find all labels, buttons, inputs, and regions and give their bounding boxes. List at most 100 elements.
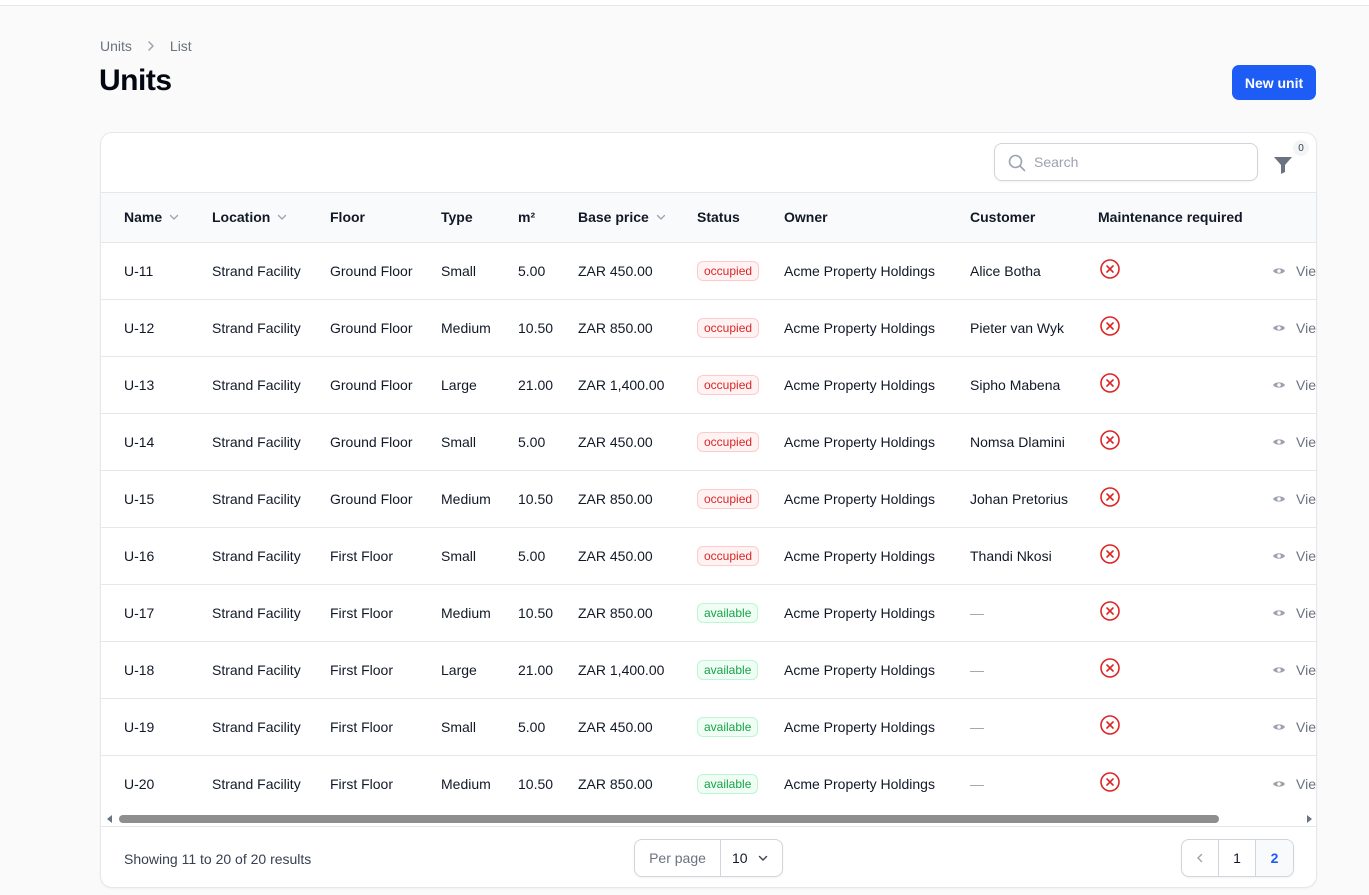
cell-status: occupied [697, 356, 784, 414]
table-row[interactable]: U-19 Strand Facility First Floor Small 5.00 Z… [101, 698, 1316, 756]
cell-floor: First Floor [330, 527, 441, 585]
column-header-type: Type [441, 193, 518, 243]
view-action[interactable]: View [1272, 320, 1316, 336]
cell-type: Small [441, 527, 518, 585]
search-input[interactable] [1034, 152, 1244, 172]
status-badge: available [697, 659, 759, 680]
cell-actions: View [1271, 755, 1316, 812]
eye-icon [1272, 380, 1291, 390]
cell-maintenance [1098, 413, 1271, 471]
cell-name: U-13 [101, 356, 212, 414]
scrollbar-thumb[interactable] [119, 815, 1219, 823]
view-action[interactable]: View [1272, 548, 1316, 564]
cell-status: available [697, 584, 784, 642]
breadcrumb-units-link[interactable]: Units [100, 38, 132, 54]
view-action[interactable]: View [1272, 661, 1316, 678]
cell-location: Strand Facility [212, 641, 330, 699]
column-header-base-price[interactable]: Base price [578, 193, 697, 243]
cell-floor: First Floor [330, 641, 441, 699]
per-page-value[interactable]: 10 [721, 840, 782, 876]
chevron-down-icon [169, 215, 179, 221]
cell-floor: Ground Floor [330, 356, 441, 414]
view-action[interactable]: View [1272, 263, 1316, 279]
cell-name: U-14 [101, 413, 212, 471]
eye-icon [1272, 722, 1291, 732]
view-action[interactable]: View [1272, 434, 1316, 450]
view-action[interactable]: View [1272, 718, 1316, 735]
chevron-down-icon [278, 215, 287, 221]
table-row[interactable]: U-20 Strand Facility First Floor Medium 10.5… [101, 755, 1316, 812]
cell-location: Strand Facility [212, 299, 330, 357]
filter-button[interactable] [1271, 151, 1297, 177]
table-row[interactable]: U-12 Strand Facility Ground Floor Medium 10.… [101, 299, 1316, 357]
cell-location: Strand Facility [212, 413, 330, 471]
filter-count-badge: 0 [1293, 140, 1309, 156]
chevron-right-icon [144, 39, 158, 53]
funnel-icon [1271, 157, 1295, 181]
cell-location: Strand Facility [212, 470, 330, 528]
table-row[interactable]: U-17 Strand Facility First Floor Medium 10.5… [101, 584, 1316, 642]
cell-floor: Ground Floor [330, 299, 441, 357]
cell-floor: Ground Floor [330, 413, 441, 471]
status-badge: available [697, 773, 759, 794]
status-badge: occupied [697, 260, 760, 281]
search-box[interactable] [994, 143, 1258, 181]
cell-location: Strand Facility [212, 242, 330, 300]
cell-customer: — [970, 775, 984, 792]
view-action[interactable]: View [1272, 490, 1316, 507]
table-scroll-area[interactable]: Name Location Floor Type m² Base price S… [101, 193, 1316, 813]
page-2-button[interactable]: 2 [1256, 840, 1293, 876]
table-row[interactable]: U-14 Strand Facility Ground Floor Small 5.00… [101, 413, 1316, 471]
cell-status: occupied [697, 527, 784, 585]
cell-maintenance [1098, 584, 1271, 642]
cell-type: Small [441, 698, 518, 756]
cell-floor: Ground Floor [330, 242, 441, 300]
x-circle-icon [1099, 600, 1121, 622]
cell-type: Small [441, 413, 518, 471]
page-1-button[interactable]: 1 [1219, 840, 1256, 876]
view-label: View [1296, 490, 1316, 507]
pagination: 1 2 [1181, 839, 1294, 877]
table-row[interactable]: U-11 Strand Facility Ground Floor Small 5.00… [101, 242, 1316, 300]
status-badge: occupied [697, 317, 760, 338]
cell-type: Medium [441, 299, 518, 357]
column-header-customer: Customer [970, 193, 1098, 243]
horizontal-scrollbar[interactable] [101, 812, 1316, 826]
cell-actions: View [1271, 470, 1316, 528]
cell-status: occupied [697, 470, 784, 528]
view-action[interactable]: View [1272, 776, 1316, 792]
column-header-name[interactable]: Name [101, 193, 212, 243]
view-label: View [1296, 718, 1316, 735]
view-label: View [1296, 661, 1316, 678]
table-row[interactable]: U-18 Strand Facility First Floor Large 21.00… [101, 641, 1316, 699]
table-header-row: Name Location Floor Type m² Base price S… [101, 193, 1316, 243]
view-label: View [1296, 376, 1316, 393]
previous-page-button[interactable] [1182, 840, 1219, 876]
view-action[interactable]: View [1272, 376, 1316, 393]
view-action[interactable]: View [1272, 605, 1316, 621]
cell-maintenance [1098, 299, 1271, 357]
cell-name: U-15 [101, 470, 212, 528]
cell-location: Strand Facility [212, 775, 301, 792]
cell-name: U-16 [101, 527, 212, 585]
per-page-label: Per page [635, 840, 721, 876]
cell-actions: View [1271, 356, 1316, 414]
cell-owner: Acme Property Holdings [784, 242, 970, 300]
search-icon [1007, 153, 1027, 173]
new-unit-button[interactable]: New unit [1232, 65, 1316, 100]
column-header-location[interactable]: Location [212, 193, 330, 243]
per-page-select[interactable]: Per page 10 [634, 839, 783, 877]
table-row[interactable]: U-16 Strand Facility First Floor Small 5.00 Z… [101, 527, 1316, 585]
cell-owner: Acme Property Holdings [784, 775, 935, 792]
eye-icon [1272, 665, 1291, 675]
eye-icon [1272, 437, 1291, 447]
cell-maintenance [1098, 527, 1271, 585]
table-row[interactable]: U-15 Strand Facility Ground Floor Medium 10.… [101, 470, 1316, 528]
cell-actions: View [1271, 299, 1316, 357]
column-header-owner: Owner [784, 193, 970, 243]
x-circle-icon [1099, 543, 1121, 565]
cell-actions: View [1271, 413, 1316, 471]
table-row[interactable]: U-13 Strand Facility Ground Floor Large 21.0… [101, 356, 1316, 414]
scroll-left-arrow-icon [107, 815, 112, 823]
page-title: Units [99, 64, 172, 97]
